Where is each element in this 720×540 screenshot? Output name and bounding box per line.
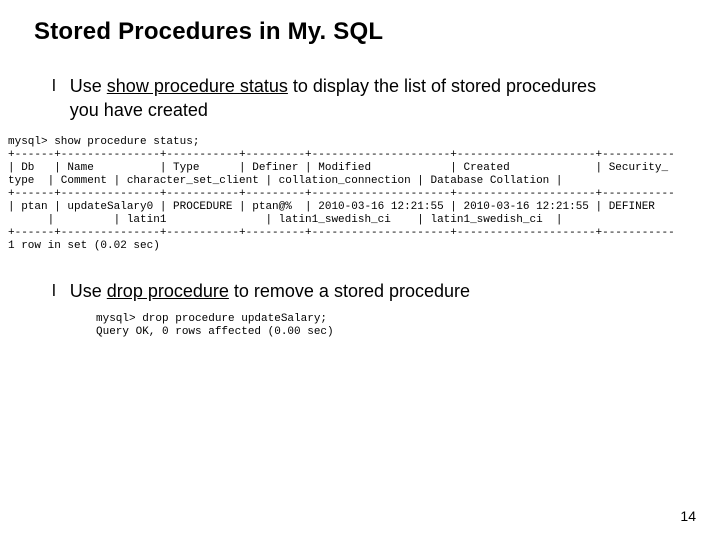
bullet-rest: to remove a stored procedure [229,281,470,301]
bullet-text: Use show procedure status to display the… [70,74,630,122]
page-title: Stored Procedures in My. SQL [34,18,692,46]
bullet-emph: show procedure status [107,76,288,96]
slide: Stored Procedures in My. SQL l Use show … [0,0,720,540]
bullet-emph: drop procedure [107,281,229,301]
code-output-drop: mysql> drop procedure updateSalary; Quer… [96,313,692,339]
bullet-prefix: Use [70,76,107,96]
bullet-mark-icon: l [52,75,56,97]
bullet-text: Use drop procedure to remove a stored pr… [70,279,470,303]
page-number: 14 [680,508,696,524]
bullet-prefix: Use [70,281,107,301]
bullet-item: l Use show procedure status to display t… [52,74,692,122]
code-output-status: mysql> show procedure status; +------+--… [8,136,692,253]
bullet-mark-icon: l [52,280,56,302]
bullet-item: l Use drop procedure to remove a stored … [52,279,692,303]
